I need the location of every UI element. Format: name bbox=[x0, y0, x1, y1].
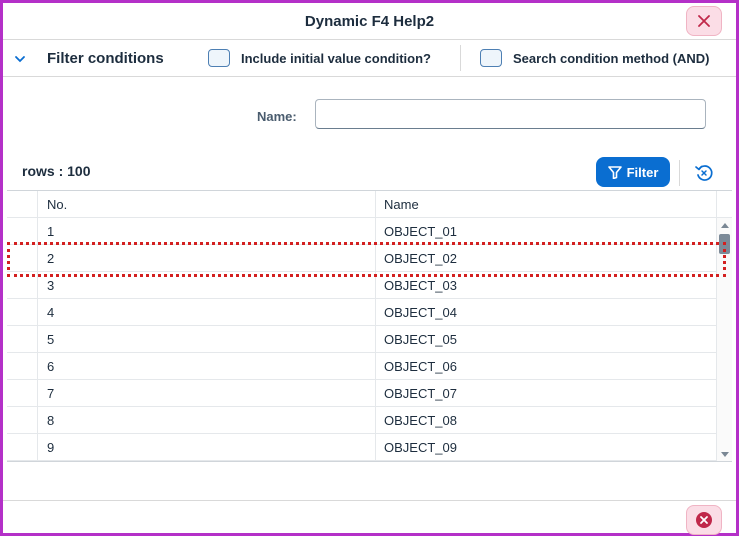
dialog: Dynamic F4 Help2 Filter conditions Inclu… bbox=[0, 0, 739, 536]
table-row[interactable]: 1 OBJECT_01 bbox=[7, 218, 732, 245]
search-condition-method-checkbox[interactable]: Search condition method (AND) bbox=[480, 49, 709, 67]
row-selector[interactable] bbox=[7, 353, 38, 379]
filter-button-label: Filter bbox=[626, 164, 659, 180]
table-row[interactable]: 3 OBJECT_03 bbox=[7, 272, 732, 299]
chevron-down-icon[interactable] bbox=[13, 52, 27, 66]
table-row[interactable]: 9 OBJECT_09 bbox=[7, 434, 732, 461]
row-selector[interactable] bbox=[7, 380, 38, 406]
name-label: Name: bbox=[257, 109, 297, 124]
cell-name: OBJECT_02 bbox=[384, 250, 457, 266]
cancel-circle-icon bbox=[696, 512, 712, 528]
table-row[interactable]: 5 OBJECT_05 bbox=[7, 326, 732, 353]
checkbox-box[interactable] bbox=[480, 49, 502, 67]
row-selector[interactable] bbox=[7, 245, 38, 271]
cell-name: OBJECT_05 bbox=[384, 331, 457, 347]
cancel-button[interactable] bbox=[686, 505, 722, 535]
cell-name: OBJECT_09 bbox=[384, 439, 457, 455]
table-row[interactable]: 4 OBJECT_04 bbox=[7, 299, 732, 326]
cell-name: OBJECT_06 bbox=[384, 358, 457, 374]
divider bbox=[460, 45, 461, 71]
cell-no: 8 bbox=[38, 407, 376, 433]
table-body: 1 OBJECT_01 2 OBJECT_02 3 OBJECT_03 4 OB… bbox=[7, 218, 732, 461]
results-table: No. Name 1 OBJECT_01 2 OBJECT_02 3 OBJEC… bbox=[7, 190, 732, 462]
table-row[interactable]: 6 OBJECT_06 bbox=[7, 353, 732, 380]
cell-no: 5 bbox=[38, 326, 376, 352]
cell-no: 6 bbox=[38, 353, 376, 379]
table-row[interactable]: 7 OBJECT_07 bbox=[7, 380, 732, 407]
filter-bar: Filter conditions Include initial value … bbox=[3, 40, 736, 77]
checkbox-label: Include initial value condition? bbox=[241, 50, 431, 66]
cell-no: 2 bbox=[38, 245, 376, 271]
row-selector[interactable] bbox=[7, 326, 38, 352]
checkbox-label: Search condition method (AND) bbox=[513, 50, 710, 66]
checkbox-box[interactable] bbox=[208, 49, 230, 67]
close-icon bbox=[698, 15, 710, 27]
cell-name: OBJECT_04 bbox=[384, 304, 457, 320]
table-row[interactable]: 2 OBJECT_02 bbox=[7, 245, 732, 272]
row-selector[interactable] bbox=[7, 407, 38, 433]
cell-no: 1 bbox=[38, 218, 376, 244]
column-header-name[interactable]: Name bbox=[376, 191, 716, 217]
reset-icon[interactable] bbox=[693, 162, 715, 184]
filter-icon bbox=[607, 165, 622, 179]
table-row[interactable]: 8 OBJECT_08 bbox=[7, 407, 732, 434]
vertical-scrollbar[interactable] bbox=[716, 218, 732, 461]
table-header: No. Name bbox=[7, 191, 732, 218]
cell-name: OBJECT_07 bbox=[384, 385, 457, 401]
cell-no: 3 bbox=[38, 272, 376, 298]
scroll-column-header bbox=[716, 191, 732, 217]
row-selector[interactable] bbox=[7, 272, 38, 298]
scrollbar-thumb[interactable] bbox=[719, 234, 730, 254]
cell-no: 9 bbox=[38, 434, 376, 460]
cell-name: OBJECT_01 bbox=[384, 223, 457, 239]
column-header-no[interactable]: No. bbox=[38, 191, 376, 217]
cell-name: OBJECT_03 bbox=[384, 277, 457, 293]
cell-no: 7 bbox=[38, 380, 376, 406]
filter-button[interactable]: Filter bbox=[596, 157, 670, 187]
row-selector[interactable] bbox=[7, 299, 38, 325]
dialog-titlebar: Dynamic F4 Help2 bbox=[3, 3, 736, 40]
close-button[interactable] bbox=[686, 6, 722, 36]
rows-count: rows : 100 bbox=[22, 163, 91, 179]
row-selector[interactable] bbox=[7, 218, 38, 244]
divider bbox=[679, 160, 680, 186]
selection-column-header bbox=[7, 191, 38, 217]
filter-conditions-title[interactable]: Filter conditions bbox=[47, 50, 164, 67]
cell-no: 4 bbox=[38, 299, 376, 325]
cell-name: OBJECT_08 bbox=[384, 412, 457, 428]
name-input[interactable] bbox=[315, 99, 706, 129]
footer-divider bbox=[3, 500, 736, 501]
dialog-title: Dynamic F4 Help2 bbox=[304, 12, 435, 30]
scroll-up-icon[interactable] bbox=[721, 223, 729, 228]
row-selector[interactable] bbox=[7, 434, 38, 460]
scroll-down-icon[interactable] bbox=[721, 452, 729, 457]
include-initial-value-checkbox[interactable]: Include initial value condition? bbox=[208, 49, 431, 67]
